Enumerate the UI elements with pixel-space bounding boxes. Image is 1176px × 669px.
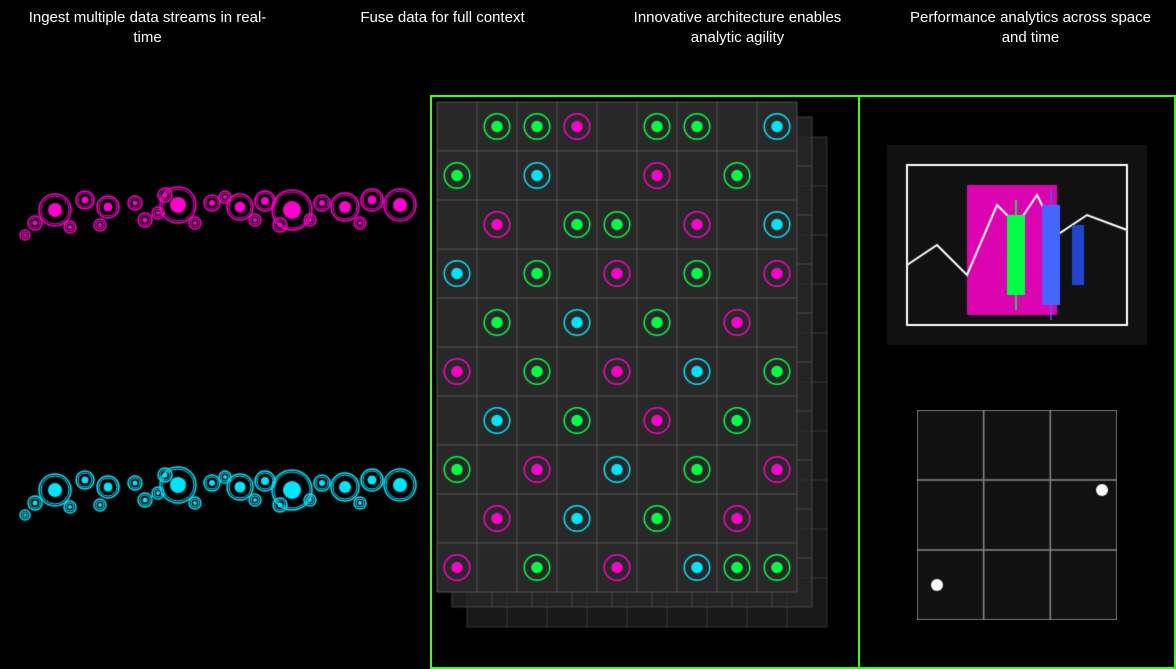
analytics-chart [887, 145, 1147, 345]
header-label-2: Fuse data for full context [295, 0, 590, 57]
header-label-1: Ingest multiple data streams in real-tim… [0, 0, 295, 57]
header-label-4: Performance analytics across space and t… [885, 0, 1176, 57]
grid-small [917, 410, 1117, 620]
analytics-section [860, 95, 1176, 669]
data-streams-section [0, 95, 430, 669]
main-content [0, 95, 1176, 669]
header-labels: Ingest multiple data streams in real-tim… [0, 0, 1176, 57]
grid-fusion-section [430, 95, 860, 669]
header-label-3: Innovative architecture enables analytic… [590, 0, 885, 57]
